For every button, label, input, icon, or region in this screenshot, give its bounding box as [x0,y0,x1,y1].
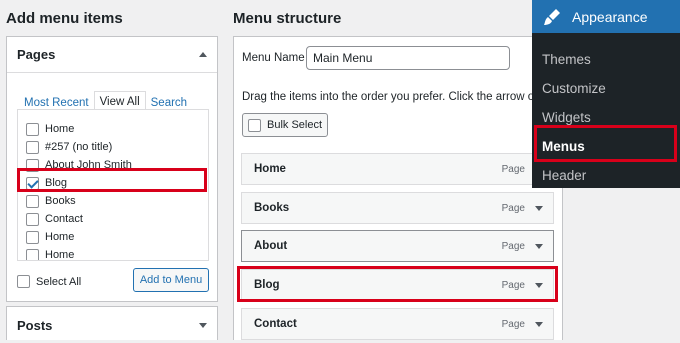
select-all-label: Select All [36,275,82,288]
posts-panel-header[interactable]: Posts [7,307,217,343]
page-checkbox[interactable] [26,248,39,260]
menu-item-header[interactable]: Header [532,161,680,190]
collapse-arrow-icon[interactable] [199,52,207,57]
menu-item-books[interactable]: Books Page [241,192,554,224]
menu-item-type: Page [501,318,525,330]
menu-item-about[interactable]: About Page [241,230,554,262]
page-checkbox[interactable] [26,194,39,208]
add-menu-items-heading: Add menu items [6,10,123,27]
select-all-checkbox[interactable] [17,275,30,288]
menu-item-home[interactable]: Home Page [241,153,554,185]
list-item[interactable]: Contact [18,210,208,228]
menu-name-label: Menu Name [242,52,305,64]
menu-name-input[interactable]: Main Menu [306,46,510,70]
page-label: Home [45,231,75,243]
instructions-text: Drag the items into the order you prefer… [242,91,562,103]
menu-item-type: Page [501,202,525,214]
page-label: Contact [45,213,83,225]
menu-item-title: Books [254,202,290,214]
select-all-control[interactable]: Select All [17,275,81,288]
paintbrush-icon [544,8,560,25]
menu-item-title: About [254,240,288,252]
page-label: Books [45,195,76,207]
list-item[interactable]: Books [18,192,208,210]
expand-arrow-icon[interactable] [199,322,207,328]
menu-item-type: Page [501,240,525,252]
bulk-select-checkbox[interactable] [247,118,261,132]
expand-arrow-icon[interactable] [535,205,543,211]
bulk-select-label: Bulk Select [266,119,323,131]
page-label: #257 (no title) [45,141,113,153]
menu-item-title: Home [254,163,286,175]
menu-name-value: Main Menu [313,51,373,65]
page-checkbox[interactable] [26,122,39,136]
expand-arrow-icon[interactable] [535,321,543,327]
blog-highlight [17,168,207,192]
menu-item-customize[interactable]: Customize [532,74,680,103]
menu-item-title: Contact [254,318,297,330]
blog-item-highlight [237,266,558,302]
pages-panel-header[interactable]: Pages [7,37,217,73]
bulk-select-button[interactable]: Bulk Select [242,113,328,137]
list-item[interactable]: #257 (no title) [18,138,208,156]
expand-arrow-icon[interactable] [535,243,543,249]
menu-structure-heading: Menu structure [233,10,342,27]
menu-item-type: Page [501,163,525,175]
list-item[interactable]: Home [18,120,208,138]
page-checkbox[interactable] [26,230,39,244]
pages-panel-title: Pages [17,47,56,62]
page-label: Home [45,249,75,261]
posts-panel-title: Posts [17,317,53,333]
page-checkbox[interactable] [26,212,39,226]
appearance-label: Appearance [572,8,648,25]
appearance-menu-header[interactable]: Appearance [532,0,680,33]
list-item[interactable]: Home [18,246,208,261]
page-checkbox[interactable] [26,140,39,154]
menus-highlight [534,125,677,162]
menu-item-themes[interactable]: Themes [532,45,680,74]
list-item[interactable]: Home [18,228,208,246]
menu-item-contact[interactable]: Contact Page [241,308,554,340]
page-label: Home [45,123,75,135]
add-to-menu-button[interactable]: Add to Menu [133,268,209,292]
posts-panel: Posts [6,306,218,340]
